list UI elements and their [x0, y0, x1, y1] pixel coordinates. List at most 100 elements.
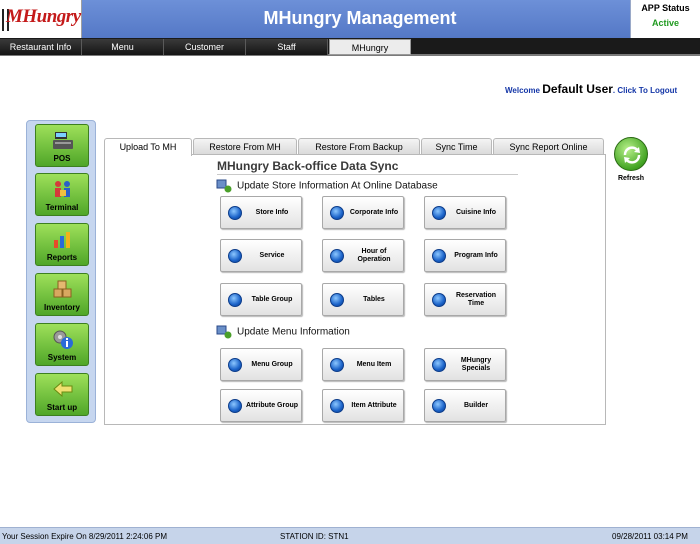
nav-tab-mhungry[interactable]: MHungry [329, 39, 411, 55]
logo-text: MHungry [6, 6, 81, 27]
sidebar-item-terminal[interactable]: Terminal [35, 173, 89, 216]
upload-orb-icon [228, 293, 242, 307]
store-info-heading-text: Update Store Information At Online Datab… [237, 180, 438, 192]
session-expiry: Your Session Expire On 8/29/2011 2:24:06… [2, 532, 167, 541]
sidebar-item-label: Start up [46, 403, 78, 412]
cuisine-info-button[interactable]: Cuisine Info [424, 196, 506, 229]
menu-group-button[interactable]: Menu Group [220, 348, 302, 381]
button-label: Corporate Info [349, 208, 399, 216]
tab-restore-from-mh[interactable]: Restore From MH [193, 138, 297, 155]
user-name: Default User [542, 82, 613, 96]
app-window: MHungry MHungry Management APP Status Ac… [0, 0, 700, 544]
button-label: Hour of Operation [357, 247, 391, 263]
item-attribute-button[interactable]: Item Attribute [322, 389, 404, 422]
tab-sync-time[interactable]: Sync Time [421, 138, 492, 155]
sidebar-item-system[interactable]: System [35, 323, 89, 366]
button-label: Reservation Time [455, 291, 497, 307]
button-label: MHungry Specials [460, 356, 492, 372]
station-id: STATION ID: STN1 [280, 532, 349, 541]
service-button[interactable]: Service [220, 239, 302, 272]
sidebar-item-label: Reports [46, 253, 78, 262]
database-sync-icon [216, 325, 232, 339]
gear-info-icon [53, 330, 73, 349]
upload-orb-icon [330, 293, 344, 307]
button-label: Tables [363, 295, 385, 303]
app-title: MHungry Management [263, 8, 457, 28]
tab-upload-to-mh[interactable]: Upload To MH [104, 138, 192, 156]
corporate-info-button[interactable]: Corporate Info [322, 196, 404, 229]
status-bar: Your Session Expire On 8/29/2011 2:24:06… [0, 527, 700, 544]
refresh-label: Refresh [617, 175, 645, 182]
table-group-button[interactable]: Table Group [220, 283, 302, 316]
sidebar-item-inventory[interactable]: Inventory [35, 273, 89, 316]
register-icon [53, 132, 73, 149]
boxes-icon [53, 280, 72, 298]
sidebar-item-label: Terminal [45, 203, 79, 212]
store-info-button[interactable]: Store Info [220, 196, 302, 229]
upload-orb-icon [432, 293, 446, 307]
menu-item-button[interactable]: Menu Item [322, 348, 404, 381]
sidebar-item-label: System [47, 353, 77, 362]
upload-orb-icon [330, 358, 344, 372]
button-label: Builder [463, 401, 489, 409]
upload-orb-icon [330, 206, 344, 220]
title-divider [217, 174, 518, 175]
refresh-arrows-icon [623, 146, 641, 164]
upload-orb-icon [330, 399, 344, 413]
page-title: MHungry Back-office Data Sync [217, 159, 399, 173]
button-label: Service [259, 251, 285, 259]
menu-info-heading: Update Menu Information [216, 325, 350, 339]
current-datetime: 09/28/2011 03:14 PM [612, 532, 688, 541]
refresh-button[interactable]: Refresh [611, 137, 651, 185]
logout-link[interactable]: . Click To Logout [613, 86, 677, 95]
attribute-group-button[interactable]: Attribute Group [220, 389, 302, 422]
upload-orb-icon [432, 358, 446, 372]
sidebar-item-label: Inventory [43, 303, 80, 312]
upload-orb-icon [432, 399, 446, 413]
welcome-prefix: Welcome [505, 86, 540, 95]
app-status-label: APP Status [641, 3, 690, 13]
button-label: Store Info [255, 208, 289, 216]
store-info-heading: Update Store Information At Online Datab… [216, 179, 438, 193]
database-sync-icon [216, 179, 232, 193]
upload-orb-icon [228, 206, 242, 220]
button-label: Cuisine Info [455, 208, 497, 216]
button-label: Menu Item [356, 360, 392, 368]
nav-tab-staff[interactable]: Staff [246, 39, 328, 55]
welcome-line: Welcome Default User. Click To Logout [505, 82, 695, 96]
tab-restore-from-backup[interactable]: Restore From Backup [298, 138, 420, 155]
nav-tab-customer[interactable]: Customer [164, 39, 246, 55]
nav-tab-restaurant-info[interactable]: Restaurant Info [0, 39, 82, 55]
button-label: Program Info [454, 251, 498, 259]
sidebar-item-start-up[interactable]: Start up [35, 373, 89, 416]
button-label: Table Group [251, 295, 293, 303]
button-label: Attribute Group [245, 401, 299, 409]
reservation-time-button[interactable]: Reservation Time [424, 283, 506, 316]
tab-sync-report-online[interactable]: Sync Report Online [493, 138, 604, 155]
program-info-button[interactable]: Program Info [424, 239, 506, 272]
app-status-value: Active [651, 18, 679, 28]
mhungry-specials-button[interactable]: MHungry Specials [424, 348, 506, 381]
sidebar-item-pos[interactable]: POS [35, 124, 89, 167]
chart-icon [54, 232, 70, 248]
upload-orb-icon [432, 206, 446, 220]
arrow-left-icon [53, 380, 73, 398]
upload-orb-icon [432, 249, 446, 263]
sidebar: POS Terminal Reports Inventory System St… [26, 120, 96, 423]
upload-orb-icon [228, 249, 242, 263]
nav-tab-menu[interactable]: Menu [82, 39, 164, 55]
hour-of-operation-button[interactable]: Hour of Operation [322, 239, 404, 272]
builder-button[interactable]: Builder [424, 389, 506, 422]
refresh-icon [614, 137, 648, 171]
app-status-panel: APP Status Active [630, 0, 700, 38]
main-nav: Restaurant Info Menu Customer Staff MHun… [0, 38, 700, 56]
button-label: Item Attribute [351, 401, 397, 409]
logo: MHungry [0, 0, 82, 38]
upload-orb-icon [228, 399, 242, 413]
tables-button[interactable]: Tables [322, 283, 404, 316]
header-bar: MHungry MHungry Management APP Status Ac… [0, 0, 700, 38]
sidebar-item-reports[interactable]: Reports [35, 223, 89, 266]
menu-info-heading-text: Update Menu Information [237, 326, 350, 338]
upload-orb-icon [330, 249, 344, 263]
sidebar-item-label: POS [53, 154, 71, 163]
